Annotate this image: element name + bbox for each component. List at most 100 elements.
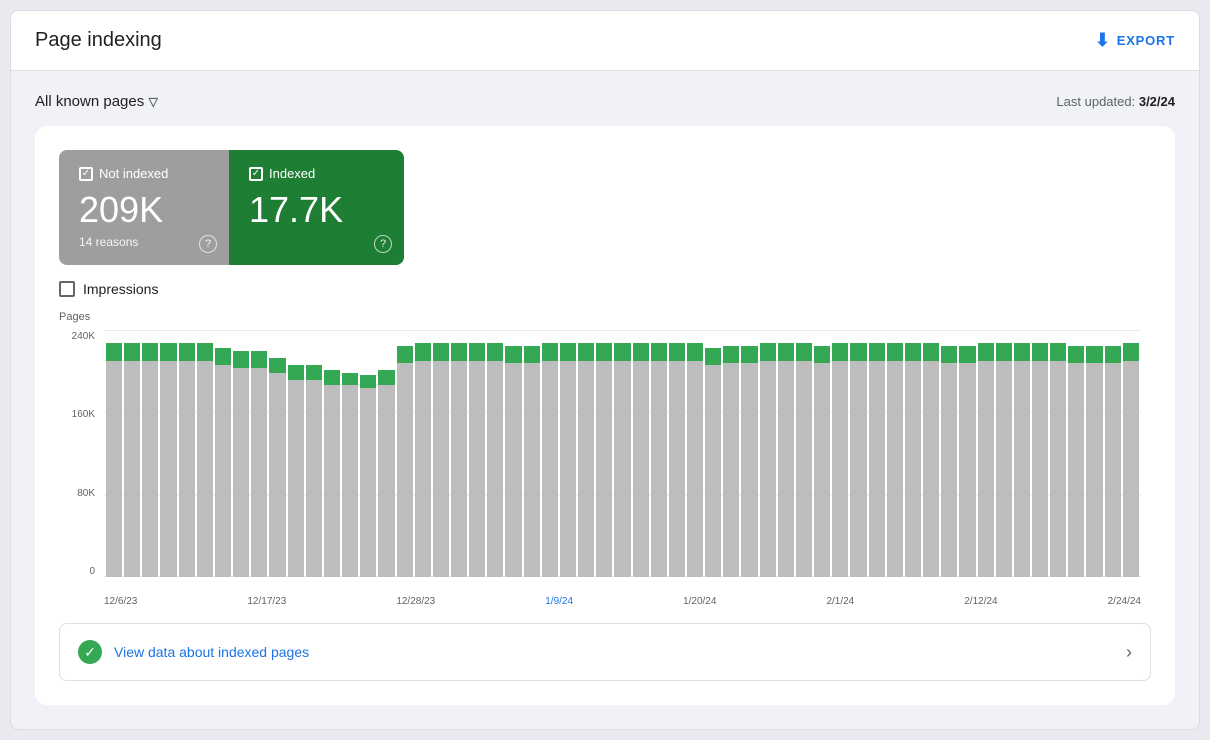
bar-not-indexed bbox=[233, 368, 249, 577]
not-indexed-box: ✓ Not indexed 209K 14 reasons ? bbox=[59, 150, 229, 265]
bar-not-indexed bbox=[614, 361, 630, 577]
bar-indexed bbox=[324, 370, 340, 385]
not-indexed-sub: 14 reasons bbox=[79, 235, 209, 249]
bar-indexed bbox=[1068, 346, 1084, 363]
bar-group bbox=[723, 331, 739, 577]
x-axis-label: 12/17/23 bbox=[247, 596, 286, 607]
bar-not-indexed bbox=[342, 385, 358, 577]
bar-not-indexed bbox=[578, 361, 594, 577]
bar-indexed bbox=[1086, 346, 1102, 363]
y-axis-label: 80K bbox=[77, 488, 95, 499]
bars-container bbox=[104, 331, 1141, 577]
bar-indexed bbox=[360, 375, 376, 387]
bar-not-indexed bbox=[633, 361, 649, 577]
export-icon: ⬇ bbox=[1095, 30, 1111, 51]
bar-indexed bbox=[451, 343, 467, 360]
bar-group bbox=[179, 331, 195, 577]
bar-group bbox=[433, 331, 449, 577]
bar-group bbox=[887, 331, 903, 577]
bar-indexed bbox=[669, 343, 685, 360]
bar-group bbox=[306, 331, 322, 577]
bar-group bbox=[1050, 331, 1066, 577]
bar-indexed bbox=[778, 343, 794, 360]
bar-group bbox=[796, 331, 812, 577]
bar-group bbox=[415, 331, 431, 577]
bar-not-indexed bbox=[887, 361, 903, 577]
bar-indexed bbox=[705, 348, 721, 365]
bar-indexed bbox=[415, 343, 431, 360]
bar-indexed bbox=[941, 346, 957, 363]
bar-indexed bbox=[269, 358, 285, 373]
not-indexed-label: Not indexed bbox=[99, 166, 168, 181]
view-data-link[interactable]: ✓ View data about indexed pages › bbox=[59, 623, 1151, 681]
bar-not-indexed bbox=[324, 385, 340, 577]
bar-group bbox=[233, 331, 249, 577]
bar-not-indexed bbox=[705, 365, 721, 577]
bar-group bbox=[669, 331, 685, 577]
bar-indexed bbox=[633, 343, 649, 360]
bar-group bbox=[996, 331, 1012, 577]
bar-not-indexed bbox=[923, 361, 939, 577]
indexed-help[interactable]: ? bbox=[374, 235, 392, 253]
bar-indexed bbox=[342, 373, 358, 385]
bar-indexed bbox=[433, 343, 449, 360]
bar-not-indexed bbox=[996, 361, 1012, 577]
bar-not-indexed bbox=[741, 363, 757, 577]
bar-not-indexed bbox=[451, 361, 467, 577]
bar-indexed bbox=[215, 348, 231, 365]
bar-group bbox=[814, 331, 830, 577]
bar-not-indexed bbox=[1050, 361, 1066, 577]
indexed-checkbox[interactable]: ✓ bbox=[249, 167, 263, 181]
bar-indexed bbox=[542, 343, 558, 360]
bar-group bbox=[505, 331, 521, 577]
bar-indexed bbox=[996, 343, 1012, 360]
export-button[interactable]: ⬇ EXPORT bbox=[1095, 30, 1175, 51]
bar-group bbox=[941, 331, 957, 577]
bar-not-indexed bbox=[378, 385, 394, 577]
bar-group bbox=[106, 331, 122, 577]
bar-group bbox=[197, 331, 213, 577]
bar-not-indexed bbox=[505, 363, 521, 577]
bar-not-indexed bbox=[179, 361, 195, 577]
bar-group bbox=[1105, 331, 1121, 577]
bar-indexed bbox=[1032, 343, 1048, 360]
bar-group bbox=[832, 331, 848, 577]
page-container: Page indexing ⬇ EXPORT All known pages ▿… bbox=[10, 10, 1200, 730]
bar-indexed bbox=[887, 343, 903, 360]
bar-indexed bbox=[179, 343, 195, 360]
bar-group bbox=[1123, 331, 1139, 577]
bar-group bbox=[869, 331, 885, 577]
bar-group bbox=[687, 331, 703, 577]
not-indexed-help[interactable]: ? bbox=[199, 235, 217, 253]
bar-indexed bbox=[596, 343, 612, 360]
bar-not-indexed bbox=[978, 361, 994, 577]
not-indexed-checkbox[interactable]: ✓ bbox=[79, 167, 93, 181]
bar-not-indexed bbox=[941, 363, 957, 577]
bar-not-indexed bbox=[542, 361, 558, 577]
bar-indexed bbox=[814, 346, 830, 363]
filter-dropdown[interactable]: All known pages ▿ bbox=[35, 89, 158, 114]
bar-indexed bbox=[723, 346, 739, 363]
bar-group bbox=[487, 331, 503, 577]
impressions-checkbox[interactable] bbox=[59, 281, 75, 297]
bar-not-indexed bbox=[433, 361, 449, 577]
bar-indexed bbox=[869, 343, 885, 360]
x-axis-label: 1/9/24 bbox=[545, 596, 573, 607]
bar-group bbox=[578, 331, 594, 577]
bar-not-indexed bbox=[469, 361, 485, 577]
chevron-down-icon: ▿ bbox=[148, 89, 158, 114]
bar-group bbox=[215, 331, 231, 577]
bar-indexed bbox=[233, 351, 249, 368]
header: Page indexing ⬇ EXPORT bbox=[11, 11, 1199, 71]
x-axis-label: 12/6/23 bbox=[104, 596, 137, 607]
impressions-label: Impressions bbox=[83, 281, 158, 297]
bar-group bbox=[1068, 331, 1084, 577]
last-updated: Last updated: 3/2/24 bbox=[1056, 94, 1175, 109]
bar-not-indexed bbox=[596, 361, 612, 577]
bar-group bbox=[469, 331, 485, 577]
bar-indexed bbox=[160, 343, 176, 360]
bar-not-indexed bbox=[360, 388, 376, 577]
x-axis-labels: 12/6/2312/17/2312/28/231/9/241/20/242/1/… bbox=[104, 596, 1141, 607]
bar-not-indexed bbox=[869, 361, 885, 577]
bar-indexed bbox=[796, 343, 812, 360]
